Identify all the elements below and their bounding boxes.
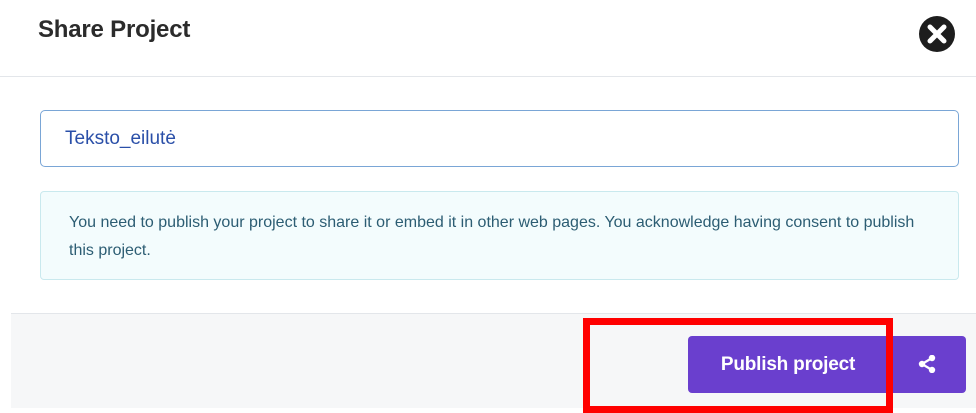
share-icon [918, 355, 936, 373]
dialog-header: Share Project [0, 0, 976, 77]
close-button[interactable] [919, 16, 955, 52]
close-circle-icon [927, 24, 947, 44]
publish-notice-text: You need to publish your project to shar… [69, 214, 915, 259]
share-button[interactable] [888, 336, 966, 393]
dialog-title: Share Project [38, 16, 191, 43]
project-name-input[interactable] [40, 110, 959, 167]
publish-project-button[interactable]: Publish project [688, 336, 888, 393]
share-project-dialog: Share Project You need to publish your p… [0, 0, 976, 413]
publish-notice: You need to publish your project to shar… [40, 191, 959, 280]
